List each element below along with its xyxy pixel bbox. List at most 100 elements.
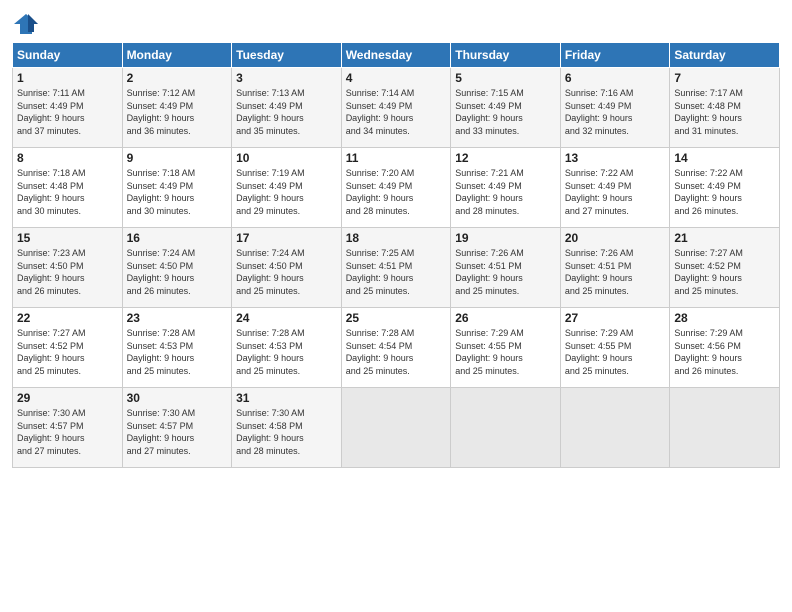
day-info: Sunrise: 7:30 AM Sunset: 4:57 PM Dayligh…	[127, 407, 228, 457]
day-number: 14	[674, 151, 775, 165]
day-number: 19	[455, 231, 556, 245]
day-cell: 6 Sunrise: 7:16 AM Sunset: 4:49 PM Daylig…	[560, 68, 670, 148]
day-cell: 16 Sunrise: 7:24 AM Sunset: 4:50 PM Dayli…	[122, 228, 232, 308]
day-number: 10	[236, 151, 337, 165]
day-number: 26	[455, 311, 556, 325]
day-number: 31	[236, 391, 337, 405]
day-info: Sunrise: 7:29 AM Sunset: 4:55 PM Dayligh…	[455, 327, 556, 377]
day-cell	[560, 388, 670, 468]
day-number: 23	[127, 311, 228, 325]
day-cell: 2 Sunrise: 7:12 AM Sunset: 4:49 PM Daylig…	[122, 68, 232, 148]
day-number: 9	[127, 151, 228, 165]
day-info: Sunrise: 7:13 AM Sunset: 4:49 PM Dayligh…	[236, 87, 337, 137]
day-number: 27	[565, 311, 666, 325]
day-info: Sunrise: 7:24 AM Sunset: 4:50 PM Dayligh…	[127, 247, 228, 297]
day-cell: 7Sunrise: 7:17 AM Sunset: 4:48 PM Daylig…	[670, 68, 780, 148]
weekday-header-wednesday: Wednesday	[341, 43, 451, 68]
day-number: 8	[17, 151, 118, 165]
day-number: 4	[346, 71, 447, 85]
day-number: 2	[127, 71, 228, 85]
weekday-header-saturday: Saturday	[670, 43, 780, 68]
day-number: 17	[236, 231, 337, 245]
day-number: 30	[127, 391, 228, 405]
day-cell: 29Sunrise: 7:30 AM Sunset: 4:57 PM Dayli…	[13, 388, 123, 468]
day-number: 11	[346, 151, 447, 165]
day-number: 20	[565, 231, 666, 245]
day-info: Sunrise: 7:27 AM Sunset: 4:52 PM Dayligh…	[674, 247, 775, 297]
day-info: Sunrise: 7:17 AM Sunset: 4:48 PM Dayligh…	[674, 87, 775, 137]
weekday-header-friday: Friday	[560, 43, 670, 68]
day-cell	[451, 388, 561, 468]
day-info: Sunrise: 7:19 AM Sunset: 4:49 PM Dayligh…	[236, 167, 337, 217]
day-info: Sunrise: 7:28 AM Sunset: 4:54 PM Dayligh…	[346, 327, 447, 377]
day-number: 24	[236, 311, 337, 325]
day-info: Sunrise: 7:18 AM Sunset: 4:49 PM Dayligh…	[127, 167, 228, 217]
main-container: SundayMondayTuesdayWednesdayThursdayFrid…	[0, 0, 792, 476]
day-info: Sunrise: 7:29 AM Sunset: 4:55 PM Dayligh…	[565, 327, 666, 377]
day-info: Sunrise: 7:29 AM Sunset: 4:56 PM Dayligh…	[674, 327, 775, 377]
day-info: Sunrise: 7:14 AM Sunset: 4:49 PM Dayligh…	[346, 87, 447, 137]
day-cell: 9 Sunrise: 7:18 AM Sunset: 4:49 PM Daylig…	[122, 148, 232, 228]
day-cell: 5 Sunrise: 7:15 AM Sunset: 4:49 PM Daylig…	[451, 68, 561, 148]
day-cell: 27 Sunrise: 7:29 AM Sunset: 4:55 PM Dayli…	[560, 308, 670, 388]
calendar-body: 1Sunrise: 7:11 AM Sunset: 4:49 PM Daylig…	[13, 68, 780, 468]
day-number: 12	[455, 151, 556, 165]
day-info: Sunrise: 7:12 AM Sunset: 4:49 PM Dayligh…	[127, 87, 228, 137]
day-cell: 12 Sunrise: 7:21 AM Sunset: 4:49 PM Dayli…	[451, 148, 561, 228]
day-number: 25	[346, 311, 447, 325]
day-number: 15	[17, 231, 118, 245]
day-cell: 8Sunrise: 7:18 AM Sunset: 4:48 PM Daylig…	[13, 148, 123, 228]
day-cell: 19Sunrise: 7:26 AM Sunset: 4:51 PM Dayli…	[451, 228, 561, 308]
day-info: Sunrise: 7:26 AM Sunset: 4:51 PM Dayligh…	[565, 247, 666, 297]
day-number: 13	[565, 151, 666, 165]
day-cell: 15 Sunrise: 7:23 AM Sunset: 4:50 PM Dayli…	[13, 228, 123, 308]
day-cell: 24 Sunrise: 7:28 AM Sunset: 4:53 PM Dayli…	[232, 308, 342, 388]
day-info: Sunrise: 7:16 AM Sunset: 4:49 PM Dayligh…	[565, 87, 666, 137]
day-info: Sunrise: 7:22 AM Sunset: 4:49 PM Dayligh…	[565, 167, 666, 217]
day-cell: 22 Sunrise: 7:27 AM Sunset: 4:52 PM Dayli…	[13, 308, 123, 388]
day-cell	[341, 388, 451, 468]
day-cell: 28 Sunrise: 7:29 AM Sunset: 4:56 PM Dayli…	[670, 308, 780, 388]
day-cell: 13 Sunrise: 7:22 AM Sunset: 4:49 PM Dayli…	[560, 148, 670, 228]
day-info: Sunrise: 7:28 AM Sunset: 4:53 PM Dayligh…	[236, 327, 337, 377]
week-row-1: 1Sunrise: 7:11 AM Sunset: 4:49 PM Daylig…	[13, 68, 780, 148]
weekday-header-tuesday: Tuesday	[232, 43, 342, 68]
day-cell: 17 Sunrise: 7:24 AM Sunset: 4:50 PM Dayli…	[232, 228, 342, 308]
day-info: Sunrise: 7:28 AM Sunset: 4:53 PM Dayligh…	[127, 327, 228, 377]
day-number: 5	[455, 71, 556, 85]
day-cell: 23 Sunrise: 7:28 AM Sunset: 4:53 PM Dayli…	[122, 308, 232, 388]
day-cell: 1Sunrise: 7:11 AM Sunset: 4:49 PM Daylig…	[13, 68, 123, 148]
day-number: 1	[17, 71, 118, 85]
day-number: 22	[17, 311, 118, 325]
day-number: 6	[565, 71, 666, 85]
weekday-header-thursday: Thursday	[451, 43, 561, 68]
day-number: 21	[674, 231, 775, 245]
day-number: 29	[17, 391, 118, 405]
day-info: Sunrise: 7:24 AM Sunset: 4:50 PM Dayligh…	[236, 247, 337, 297]
day-number: 28	[674, 311, 775, 325]
calendar-header: SundayMondayTuesdayWednesdayThursdayFrid…	[13, 43, 780, 68]
day-number: 3	[236, 71, 337, 85]
day-info: Sunrise: 7:27 AM Sunset: 4:52 PM Dayligh…	[17, 327, 118, 377]
day-info: Sunrise: 7:22 AM Sunset: 4:49 PM Dayligh…	[674, 167, 775, 217]
day-cell: 20 Sunrise: 7:26 AM Sunset: 4:51 PM Dayli…	[560, 228, 670, 308]
day-cell: 30 Sunrise: 7:30 AM Sunset: 4:57 PM Dayli…	[122, 388, 232, 468]
day-cell: 18Sunrise: 7:25 AM Sunset: 4:51 PM Dayli…	[341, 228, 451, 308]
weekday-header-sunday: Sunday	[13, 43, 123, 68]
week-row-2: 8Sunrise: 7:18 AM Sunset: 4:48 PM Daylig…	[13, 148, 780, 228]
calendar: SundayMondayTuesdayWednesdayThursdayFrid…	[12, 42, 780, 468]
day-number: 16	[127, 231, 228, 245]
day-info: Sunrise: 7:23 AM Sunset: 4:50 PM Dayligh…	[17, 247, 118, 297]
logo	[12, 10, 44, 38]
day-info: Sunrise: 7:20 AM Sunset: 4:49 PM Dayligh…	[346, 167, 447, 217]
week-row-5: 29 Sunrise: 7:30 AM Sunset: 4:57 PM Dayli…	[13, 388, 780, 468]
day-cell: 26 Sunrise: 7:29 AM Sunset: 4:55 PM Dayli…	[451, 308, 561, 388]
day-cell: 4 Sunrise: 7:14 AM Sunset: 4:49 PM Daylig…	[341, 68, 451, 148]
day-info: Sunrise: 7:15 AM Sunset: 4:49 PM Dayligh…	[455, 87, 556, 137]
day-cell: 21 Sunrise: 7:27 AM Sunset: 4:52 PM Dayli…	[670, 228, 780, 308]
day-info: Sunrise: 7:21 AM Sunset: 4:49 PM Dayligh…	[455, 167, 556, 217]
week-row-4: 22 Sunrise: 7:27 AM Sunset: 4:52 PM Dayli…	[13, 308, 780, 388]
day-number: 18	[346, 231, 447, 245]
weekday-header-monday: Monday	[122, 43, 232, 68]
day-cell: 3 Sunrise: 7:13 AM Sunset: 4:49 PM Daylig…	[232, 68, 342, 148]
